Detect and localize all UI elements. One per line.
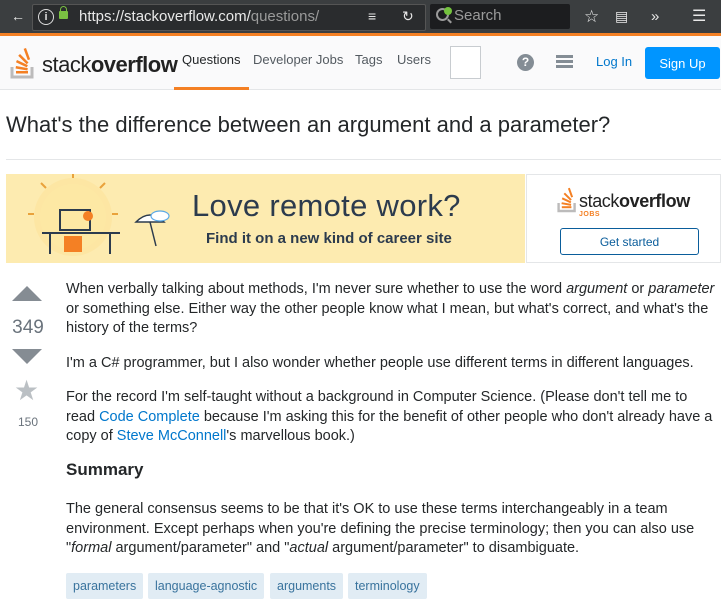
search-engine-icon (444, 7, 452, 15)
login-link[interactable]: Log In (596, 54, 632, 69)
favorite-count: 150 (17, 415, 39, 429)
paragraph-line: read Code Complete because I'm asking th… (66, 408, 713, 425)
tag-terminology[interactable]: terminology (348, 573, 427, 599)
paragraph-line: history of the terms? (66, 320, 198, 336)
browser-toolbar: ← i https://stackoverflow.com/questions/… (0, 0, 721, 33)
nav-questions[interactable]: Questions (174, 36, 249, 90)
help-icon[interactable]: ? (517, 54, 534, 71)
site-header: stackoverflow Questions Developer Jobs T… (0, 33, 721, 90)
vote-count: 349 (12, 317, 44, 338)
stackoverflow-logo[interactable]: stackoverflow (10, 45, 178, 81)
ad-headline: Love remote work? (192, 188, 461, 223)
reader-view-icon[interactable]: ≡ (368, 0, 376, 33)
browser-search-box[interactable]: Search (430, 4, 570, 29)
address-bar[interactable]: i https://stackoverflow.com/questions/ (32, 4, 426, 31)
logo-wordmark: stackoverflow (42, 52, 178, 77)
bookmark-star-icon[interactable]: ☆ (584, 0, 599, 33)
library-icon[interactable]: ▤ (615, 0, 628, 33)
ad-logo-wordmark: stackoverflow (579, 191, 690, 211)
paragraph-line: or something else. Either way the other … (66, 300, 709, 317)
paragraph-line: copy of Steve McConnell's marvellous boo… (66, 428, 355, 444)
paragraph: The general consensus seems to be that i… (66, 501, 668, 517)
menu-icon[interactable]: ☰ (692, 0, 706, 33)
steve-mcconnell-link[interactable]: Steve McConnell (117, 428, 227, 444)
tag-parameters[interactable]: parameters (66, 573, 144, 599)
site-search-input[interactable] (450, 46, 481, 79)
signup-button[interactable]: Sign Up (645, 47, 720, 79)
overflow-chevron-icon[interactable]: » (651, 0, 659, 33)
ad-jobs-label: JOBS (579, 211, 601, 218)
summary-heading: Summary (66, 460, 144, 479)
tag-language-agnostic[interactable]: language-agnostic (148, 573, 265, 599)
nav-developer-jobs[interactable]: Developer Jobs (253, 36, 343, 90)
url-text: https://stackoverflow.com/questions/ (79, 8, 320, 25)
inbox-icon[interactable] (556, 55, 573, 71)
tag-arguments[interactable]: arguments (270, 573, 344, 599)
downvote-arrow-icon[interactable] (12, 349, 42, 364)
remote-work-illustration (28, 174, 170, 254)
paragraph: When verbally talking about methods, I'm… (66, 281, 715, 297)
reload-icon[interactable]: ↻ (402, 0, 414, 33)
search-placeholder: Search (454, 7, 502, 24)
nav-users[interactable]: Users (397, 36, 431, 90)
question-body: When verbally talking about methods, I'm… (66, 280, 721, 447)
question-title[interactable]: What's the difference between an argumen… (6, 112, 610, 138)
divider (6, 159, 721, 160)
stack-logo-icon (10, 48, 34, 79)
paragraph-line: environment. Except perhaps when you're … (66, 520, 695, 537)
nav-tags[interactable]: Tags (355, 36, 382, 90)
back-arrow-icon[interactable]: ← (11, 0, 25, 33)
code-complete-link[interactable]: Code Complete (99, 409, 200, 425)
paragraph: I'm a C# programmer, but I also wonder w… (66, 354, 694, 371)
get-started-button[interactable]: Get started (560, 228, 699, 255)
upvote-arrow-icon[interactable] (12, 286, 42, 301)
lock-icon (59, 6, 68, 19)
paragraph-line: "formal argument/parameter" and "actual … (66, 540, 580, 556)
ad-banner[interactable]: Love remote work? Find it on a new kind … (6, 174, 525, 263)
info-icon[interactable]: i (38, 9, 54, 25)
favorite-star-icon[interactable]: ★ (14, 376, 39, 406)
paragraph: For the record I'm self-taught without a… (66, 389, 688, 405)
stack-logo-icon (557, 187, 576, 213)
summary-body: The general consensus seems to be that i… (66, 500, 721, 559)
ad-jobs-panel[interactable]: stackoverflow JOBS Get started (526, 174, 721, 263)
ad-subline: Find it on a new kind of career site (206, 230, 452, 247)
